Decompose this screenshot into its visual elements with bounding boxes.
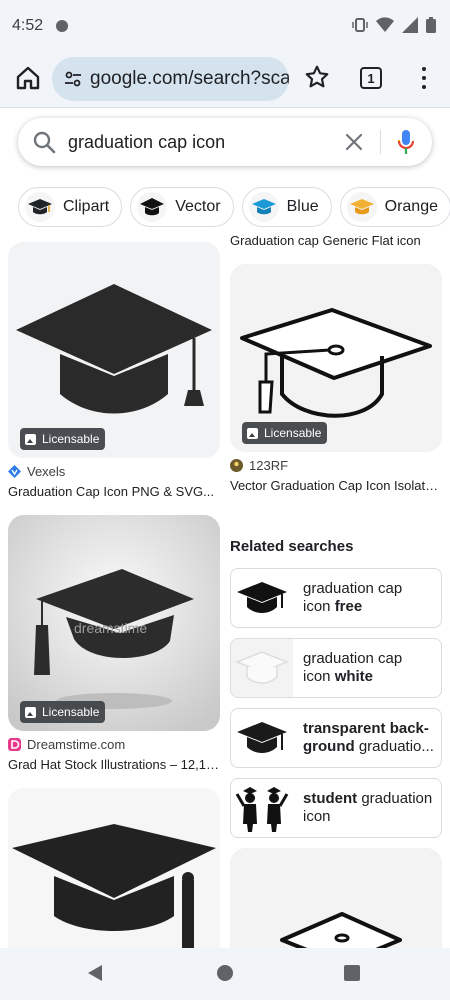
licensable-badge: Licensable [20, 701, 106, 723]
result-image[interactable]: Licensable [230, 264, 442, 452]
clear-icon[interactable] [342, 130, 366, 154]
chip-orange[interactable]: Orange [339, 187, 450, 227]
related-text: graduation cap icon white [303, 650, 403, 685]
blue-thumbnail [248, 192, 279, 222]
orange-thumbnail [346, 192, 377, 222]
search-box [18, 118, 432, 166]
chip-label: Blue [286, 198, 319, 215]
related-thumbnail [231, 639, 293, 697]
image-icon [25, 433, 36, 445]
search-icon [33, 131, 56, 154]
status-icons [352, 17, 436, 33]
related-thumbnail [231, 569, 293, 627]
graduation-cap-image [8, 788, 220, 948]
system-nav-bar [0, 948, 450, 1000]
result-image[interactable]: dreamstime Licensable [8, 515, 220, 731]
site-settings-icon[interactable] [64, 70, 82, 88]
recents-icon[interactable] [344, 965, 360, 981]
overflow-menu-icon[interactable] [414, 64, 434, 92]
result-image[interactable] [8, 788, 220, 948]
home-circle-icon[interactable] [217, 965, 233, 981]
result-card[interactable] [230, 848, 442, 948]
chip-clipart[interactable]: Clipart [18, 187, 123, 227]
licensable-badge: Licensable [242, 422, 328, 444]
vexels-favicon [8, 465, 21, 478]
notification-icon [56, 20, 68, 32]
voice-search-mic-icon[interactable] [396, 128, 416, 156]
result-image[interactable] [230, 848, 442, 948]
battery-icon [426, 17, 436, 33]
result-source: 123RF [230, 458, 442, 473]
result-card[interactable]: dreamstime Licensable Dreamstime.com Gra… [8, 515, 220, 772]
browser-toolbar: google.com/search?sca_ 1 [0, 52, 450, 108]
123rf-favicon [230, 459, 243, 472]
search-divider [380, 130, 381, 154]
grad-hat-image: dreamstime [8, 515, 220, 731]
result-title-partial[interactable]: Graduation cap Generic Flat icon [230, 236, 442, 248]
licensable-badge: Licensable [20, 428, 106, 450]
related-search-item[interactable]: transparent back- ground graduatio... [230, 708, 442, 768]
result-source: Dreamstime.com [8, 737, 220, 752]
address-bar[interactable]: google.com/search?sca_ [52, 57, 289, 101]
vibrate-icon [352, 18, 368, 32]
image-icon [25, 706, 36, 718]
result-card[interactable] [8, 788, 220, 948]
filter-chips: Clipart Vector Blue Orange [18, 187, 450, 227]
chip-label: Clipart [63, 198, 110, 215]
status-time: 4:52 [12, 17, 44, 34]
related-text: graduation cap icon free [303, 580, 403, 615]
bookmark-star-icon[interactable] [304, 64, 330, 90]
chip-label: Vector [175, 198, 221, 215]
signal-icon [402, 17, 418, 33]
related-search-item[interactable]: student graduation icon [230, 778, 442, 838]
chip-blue[interactable]: Blue [241, 187, 332, 227]
related-search-item[interactable]: graduation cap icon free [230, 568, 442, 628]
related-text: transparent back- ground graduatio... [303, 720, 434, 755]
related-searches-heading: Related searches [230, 538, 354, 555]
watermark-text: dreamstime [74, 620, 147, 636]
image-results: Graduation cap Generic Flat icon Licensa… [0, 236, 450, 948]
dreamstime-favicon [8, 738, 21, 751]
back-icon[interactable] [88, 965, 102, 981]
related-thumbnail [231, 779, 293, 837]
wifi-icon [376, 17, 394, 32]
search-input[interactable] [68, 130, 328, 154]
related-text: student graduation icon [303, 790, 433, 825]
result-title[interactable]: Graduation Cap Icon PNG & SVG... [8, 484, 220, 499]
result-title[interactable]: Vector Graduation Cap Icon Isolate... [230, 478, 442, 493]
home-icon[interactable] [14, 64, 42, 92]
vector-thumbnail [137, 192, 168, 222]
result-source: Vexels [8, 464, 220, 479]
result-image[interactable]: Licensable [8, 242, 220, 458]
result-title[interactable]: Grad Hat Stock Illustrations – 12,19... [8, 757, 220, 772]
result-card[interactable]: Licensable Vexels Graduation Cap Icon PN… [8, 242, 220, 499]
graduation-cap-outline-image [230, 848, 442, 948]
chip-vector[interactable]: Vector [130, 187, 234, 227]
related-search-item[interactable]: graduation cap icon white [230, 638, 442, 698]
image-icon [247, 427, 258, 439]
result-card[interactable]: Licensable 123RF Vector Graduation Cap I… [230, 264, 442, 493]
chip-label: Orange [384, 198, 438, 215]
clipart-thumbnail [25, 192, 55, 222]
related-thumbnail [231, 709, 293, 767]
status-bar: 4:52 [0, 0, 450, 52]
url-text: google.com/search?sca_ [90, 68, 289, 89]
tab-switcher-button[interactable]: 1 [360, 67, 382, 89]
graduation-cap-image [8, 242, 220, 458]
